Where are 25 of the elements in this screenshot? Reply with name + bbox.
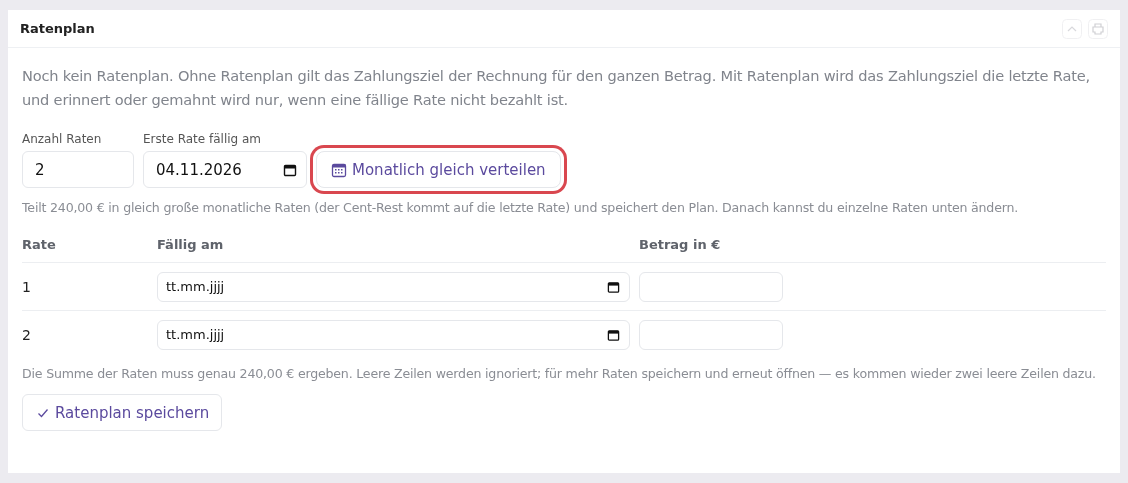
hint-text: Teilt 240,00 € in gleich große monatliche Raten (der Cent-Rest kommt auf die letzte Rate) und speichert den Plan. Danach kannst du einzelne Raten unten ändern. xyxy=(22,199,1020,217)
rate-number: 2 xyxy=(22,326,32,343)
rate-number: 1 xyxy=(22,278,32,295)
amount-field[interactable] xyxy=(639,319,783,350)
hint-text: Die Summe der Raten muss genau 240,00 € ergeben. Leere Zeilen werden ignoriert; für mehr Raten speichern und erneut öffnen — es kommen wieder zwei leere Zeilen dazu. xyxy=(22,365,1097,383)
print-icon[interactable] xyxy=(1088,18,1108,39)
card-title: Ratenplan xyxy=(20,21,95,36)
calendar-icon[interactable] xyxy=(607,280,620,293)
field-label: Erste Rate fällig am xyxy=(143,132,263,146)
column-header: Rate xyxy=(22,236,57,252)
date-field[interactable]: tt.mm.jjjj xyxy=(157,271,630,302)
amount-field[interactable] xyxy=(639,271,783,302)
date-field[interactable]: 04.11.2026 xyxy=(143,151,307,188)
calendar-icon[interactable] xyxy=(607,328,620,341)
count-field[interactable]: 2 xyxy=(22,151,134,188)
collapse-icon[interactable] xyxy=(1062,18,1082,39)
field-label: Anzahl Raten xyxy=(22,132,103,146)
date-field[interactable]: tt.mm.jjjj xyxy=(157,319,630,350)
check-icon xyxy=(37,406,49,419)
save-button[interactable]: Ratenplan speichern xyxy=(22,394,223,431)
column-header: Fällig am xyxy=(157,236,225,252)
calendar-icon[interactable] xyxy=(283,162,297,177)
calendar-icon xyxy=(331,161,347,178)
intro-text: Noch kein Ratenplan. Ohne Ratenplan gilt das Zahlungsziel der Rechnung für den ganzen Betrag. Mit Ratenplan wird das Zahlungsziel die letzte Rate, und erinnert oder gemahnt wird nur, wenn eine fällige Rate nicht bezahlt ist. xyxy=(22,66,1091,110)
column-header: Betrag in € xyxy=(639,236,722,252)
